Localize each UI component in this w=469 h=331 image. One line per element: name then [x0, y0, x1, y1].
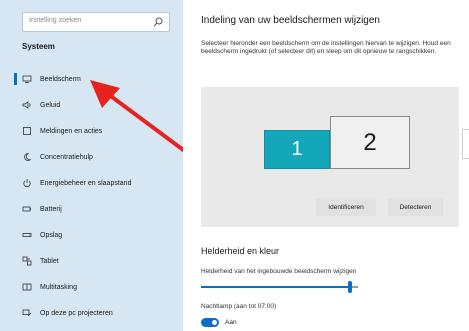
sidebar-item-tablet[interactable]: Tablet — [0, 248, 183, 274]
sidebar-section-title: Systeem — [22, 42, 55, 51]
battery-icon — [22, 206, 31, 212]
page-description: Selecteer hieronder een beeldscherm om d… — [201, 40, 451, 55]
sidebar-item-label: Multitasking — [40, 283, 77, 291]
sidebar-item-label: Op deze pc projecteren — [40, 309, 113, 317]
moon-icon — [24, 153, 31, 161]
identify-button[interactable]: Identificeren — [316, 198, 376, 216]
main-content: Indeling van uw beeldschermen wijzigen S… — [183, 0, 469, 331]
monitor-1-label: 1 — [291, 138, 303, 160]
sidebar-item-batterij[interactable]: Batterij — [0, 196, 183, 222]
search-icon[interactable] — [153, 17, 163, 27]
nightlight-toggle[interactable] — [201, 318, 219, 327]
sidebar-item-label: Beeldscherm — [40, 75, 81, 83]
nightlight-label: Nachtlamp (aan tot 07:00) — [201, 303, 277, 310]
monitor-icon — [22, 75, 32, 83]
monitor-2[interactable]: 2 — [330, 116, 410, 169]
page-title: Indeling van uw beeldschermen wijzigen — [201, 15, 380, 26]
section-title-brightness: Helderheid en kleur — [201, 246, 280, 256]
sidebar-item-label: Tablet — [40, 257, 59, 265]
annotation-arrow — [90, 80, 188, 154]
sidebar-item-label: Energiebeheer en slaapstand — [40, 179, 132, 187]
toggle-knob — [212, 320, 217, 325]
storage-icon — [22, 233, 32, 237]
sidebar-item-energiebeheer[interactable]: Energiebeheer en slaapstand — [0, 170, 183, 196]
multitasking-icon — [22, 283, 32, 291]
notification-icon — [23, 127, 31, 135]
power-icon — [23, 179, 31, 188]
nightlight-state: Aan — [225, 319, 237, 326]
tablet-icon — [22, 256, 32, 266]
sidebar-item-projecteren[interactable]: Op deze pc projecteren — [0, 300, 183, 326]
speaker-icon — [22, 101, 31, 109]
detect-button[interactable]: Detecteren — [388, 198, 443, 216]
monitor-2-label: 2 — [363, 128, 377, 156]
sidebar: Instelling zoeken Systeem Beeldscherm Ge… — [0, 0, 183, 331]
search-box[interactable]: Instelling zoeken — [22, 12, 170, 32]
sidebar-item-label: Opslag — [40, 231, 63, 239]
side-panel-edge — [462, 129, 469, 159]
brightness-slider[interactable] — [201, 281, 358, 293]
sidebar-item-opslag[interactable]: Opslag — [0, 222, 183, 248]
brightness-slider-thumb[interactable] — [348, 281, 353, 293]
project-icon — [22, 309, 32, 317]
monitor-1[interactable]: 1 — [264, 130, 330, 169]
brightness-slider-fill — [201, 286, 351, 288]
sidebar-item-label: Geluid — [40, 101, 61, 109]
search-input[interactable]: Instelling zoeken — [29, 17, 81, 24]
brightness-label: Helderheid van het ingebouwde beeldscher… — [201, 268, 357, 275]
sidebar-item-label: Batterij — [40, 205, 62, 213]
sidebar-item-multitasking[interactable]: Multitasking — [0, 274, 183, 300]
